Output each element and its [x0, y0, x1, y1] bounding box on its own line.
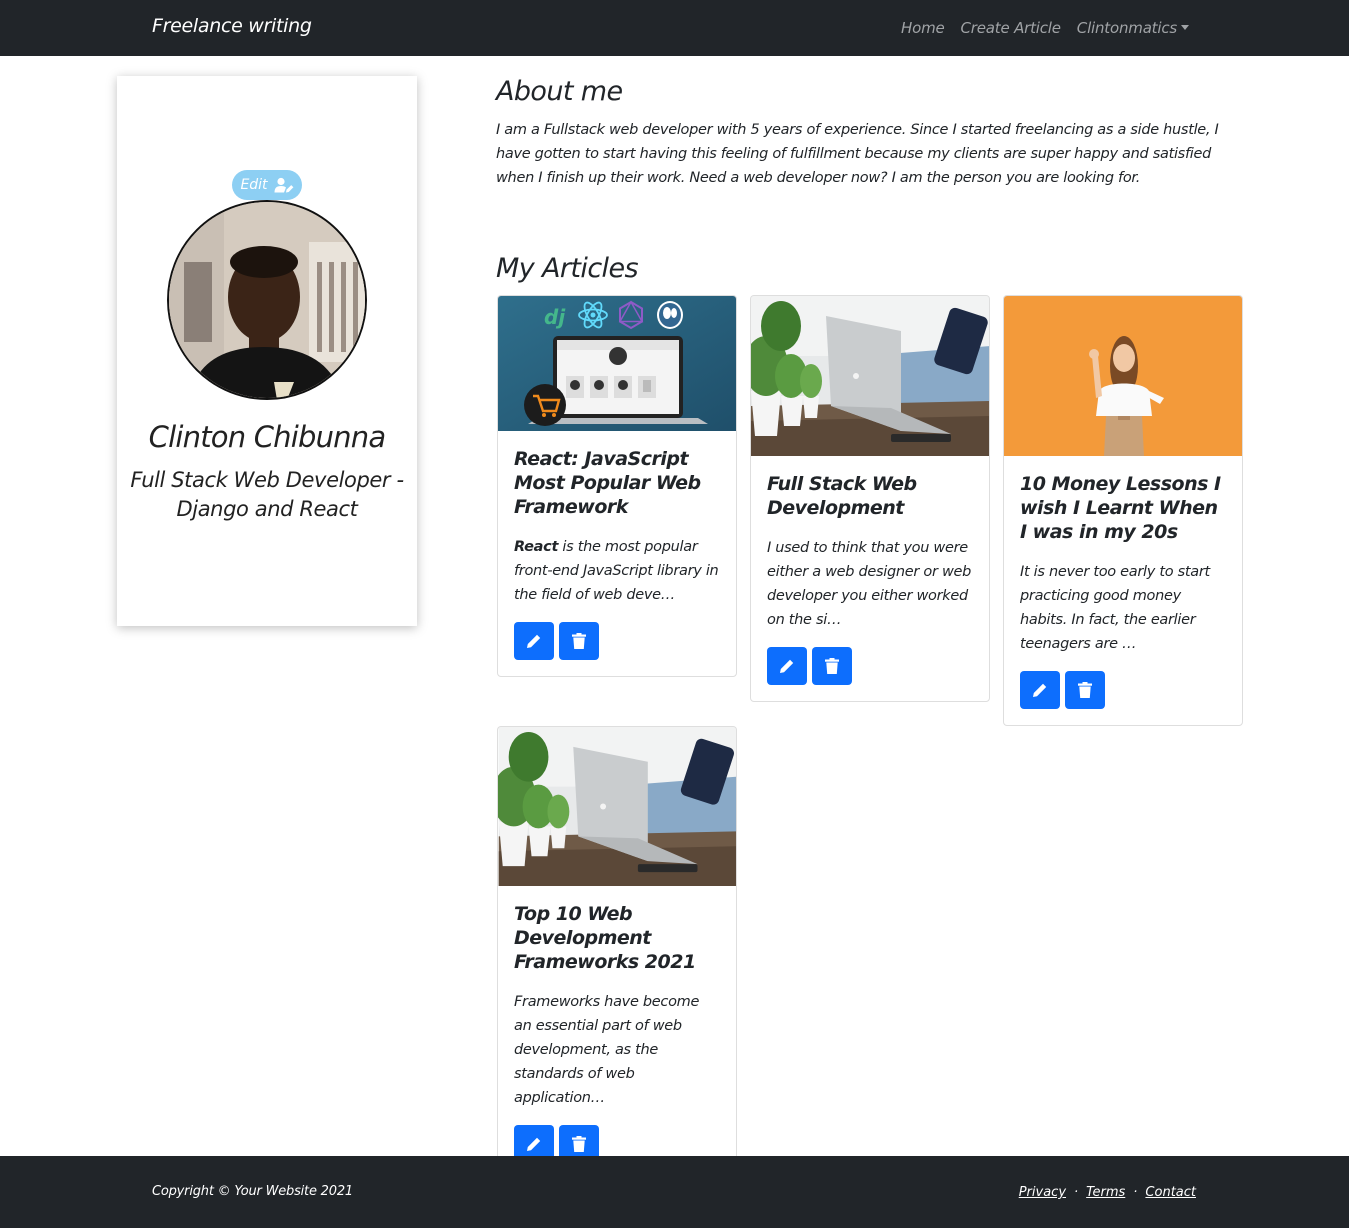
about-text: I am a Fullstack web developer with 5 ye… [496, 122, 1219, 186]
nav-links: Home Create Article Clintonmatics [901, 19, 1189, 37]
profile-role: Full Stack Web Developer - Django and Re… [130, 468, 404, 521]
footer-terms-link[interactable]: Terms [1086, 1185, 1125, 1200]
article-image-laptop [751, 296, 989, 456]
pencil-icon [780, 659, 794, 673]
footer: Copyright © Your Website 2021 Privacy · … [0, 1156, 1349, 1228]
article-card: Top 10 Web Development Frameworks 2021 F… [497, 726, 737, 1180]
delete-article-button[interactable] [812, 647, 852, 685]
chevron-down-icon [1181, 25, 1189, 30]
user-edit-icon [274, 177, 293, 193]
avatar [167, 200, 367, 400]
nav-create-article-link[interactable]: Create Article [961, 19, 1061, 37]
copyright-text: Copyright © Your Website 2021 [152, 1184, 353, 1199]
pencil-icon [527, 634, 541, 648]
nav-home-link[interactable]: Home [901, 19, 945, 37]
article-title[interactable]: Full Stack Web Development [767, 472, 973, 520]
article-title[interactable]: 10 Money Lessons I wish I Learnt When I … [1020, 472, 1226, 544]
article-card: 10 Money Lessons I wish I Learnt When I … [1003, 295, 1243, 726]
brand-link[interactable]: Freelance writing [152, 15, 312, 37]
edit-profile-label: Edit [240, 177, 268, 193]
footer-separator: · [1074, 1185, 1079, 1200]
article-excerpt: It is never too early to start practicin… [1020, 564, 1210, 652]
delete-article-button[interactable] [559, 622, 599, 660]
edit-profile-button[interactable]: Edit [232, 170, 302, 200]
edit-article-button[interactable] [514, 622, 554, 660]
edit-article-button[interactable] [1020, 671, 1060, 709]
article-card: Full Stack Web Development I used to thi… [750, 295, 990, 702]
article-image-woman [1004, 296, 1242, 456]
trash-icon [825, 658, 839, 674]
trash-icon [572, 1136, 586, 1152]
pencil-icon [1033, 683, 1047, 697]
profile-card: Edit Clinton Chibunna Full Stack Web Dev… [117, 76, 417, 626]
article-title[interactable]: React: JavaScript Most Popular Web Frame… [514, 447, 720, 519]
user-menu-label: Clintonmatics [1076, 19, 1177, 37]
edit-article-button[interactable] [767, 647, 807, 685]
article-excerpt: Frameworks have become an essential part… [514, 994, 700, 1106]
trash-icon [1078, 682, 1092, 698]
article-excerpt: React is the most popular front-end Java… [514, 535, 720, 607]
articles-heading: My Articles [496, 253, 639, 284]
footer-links: Privacy · Terms · Contact [1019, 1185, 1196, 1200]
article-excerpt: I used to think that you were either a w… [767, 540, 972, 628]
article-image-dj: dj [498, 296, 736, 431]
delete-article-button[interactable] [1065, 671, 1105, 709]
trash-icon [572, 633, 586, 649]
about-heading: About me [496, 76, 623, 107]
article-image-laptop [498, 727, 736, 886]
article-card: dj React: JavaScript Most Popular Web Fr… [497, 295, 737, 677]
pencil-icon [527, 1137, 541, 1151]
postgresql-icon [657, 301, 683, 329]
django-logo-text: dj [544, 305, 566, 329]
footer-separator: · [1133, 1185, 1138, 1200]
footer-privacy-link[interactable]: Privacy [1019, 1185, 1066, 1200]
footer-contact-link[interactable]: Contact [1145, 1185, 1196, 1200]
article-excerpt-bold: React [514, 539, 559, 555]
profile-name: Clinton Chibunna [148, 420, 386, 454]
user-menu-dropdown[interactable]: Clintonmatics [1077, 19, 1189, 37]
article-title[interactable]: Top 10 Web Development Frameworks 2021 [514, 902, 720, 974]
top-navbar: Freelance writing Home Create Article Cl… [0, 0, 1349, 56]
